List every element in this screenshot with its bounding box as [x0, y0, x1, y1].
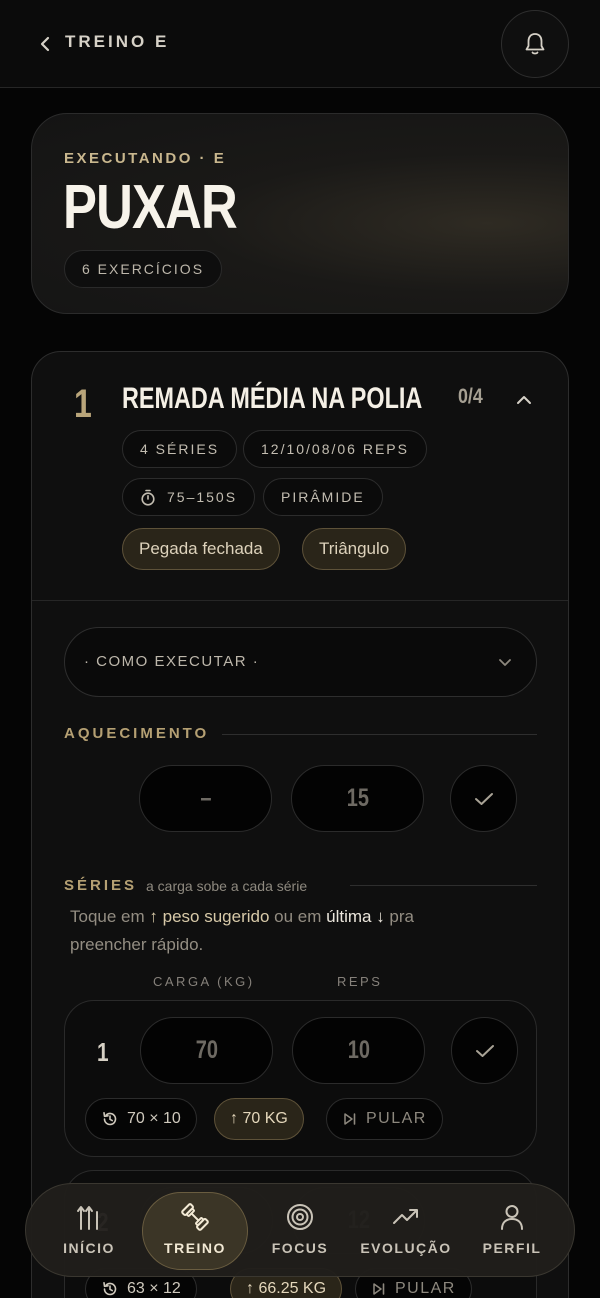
how-to-accordion[interactable]: · COMO EXECUTAR · — [64, 627, 537, 697]
warmup-load-input[interactable]: – — [139, 765, 272, 832]
nav-item-focus[interactable]: FOCUS — [254, 1184, 346, 1278]
last-set-label: 70 × 10 — [127, 1110, 181, 1127]
skip-label: PULAR — [366, 1110, 427, 1127]
history-icon — [103, 1112, 117, 1126]
dumbbell-icon — [181, 1203, 209, 1231]
check-icon — [474, 792, 493, 805]
chevron-down-icon — [499, 659, 511, 666]
nav-label: EVOLUÇÃO — [360, 1240, 452, 1256]
nav-label: PERFIL — [482, 1240, 542, 1256]
nav-item-evolucao[interactable]: EVOLUÇÃO — [356, 1184, 456, 1278]
trend-up-icon — [393, 1209, 418, 1224]
set-reps-value: 10 — [347, 1036, 370, 1064]
skip-set-button[interactable]: PULAR — [326, 1098, 443, 1140]
exercise-progress: 0/4 — [458, 385, 483, 408]
set-load-value: 70 — [195, 1036, 218, 1064]
warmup-load-value: – — [199, 784, 212, 812]
method-tag: PIRÂMIDE — [263, 478, 383, 516]
workout-title: PUXAR — [63, 173, 238, 242]
skip-icon — [373, 1283, 385, 1295]
warmup-divider — [222, 734, 537, 735]
suggested-weight-button[interactable]: ↑ 70 KG — [214, 1098, 304, 1140]
divider — [32, 600, 568, 601]
top-bar: TREINO E — [0, 0, 600, 88]
nav-item-perfil[interactable]: PERFIL — [470, 1184, 554, 1278]
check-icon — [475, 1044, 494, 1057]
strength-icon — [77, 1206, 98, 1230]
nav-label: INÍCIO — [63, 1240, 115, 1256]
rest-tag: 75–150S — [122, 478, 256, 516]
notifications-button[interactable] — [501, 10, 569, 78]
last-set-button[interactable]: 70 × 10 — [85, 1098, 197, 1140]
tip-text-2: ou em — [269, 907, 327, 926]
nav-label: TREINO — [164, 1240, 226, 1256]
reps-tag: 12/10/08/06 REPS — [243, 430, 427, 468]
set-number: 1 — [97, 1037, 109, 1067]
warmup-check-button[interactable] — [450, 765, 517, 832]
series-hint: a carga sobe a cada série — [146, 878, 308, 894]
grip-chip[interactable]: Pegada fechada — [122, 528, 280, 570]
exercise-count-badge: 6 EXERCÍCIOS — [64, 250, 223, 288]
series-label: SÉRIES — [64, 877, 138, 894]
how-to-label: · COMO EXECUTAR · — [84, 653, 260, 670]
chevron-up-icon[interactable] — [514, 392, 534, 408]
bottom-nav: INÍCIO TREINO FOCUS EVOLUÇÃO PERFIL — [25, 1183, 575, 1277]
set-reps-input[interactable]: 10 — [292, 1017, 425, 1084]
target-icon — [287, 1204, 313, 1230]
rest-tag-label: 75–150S — [167, 489, 238, 505]
warmup-reps-input[interactable]: 15 — [291, 765, 424, 832]
nav-label: FOCUS — [271, 1240, 329, 1256]
set-row: 1 70 10 70 × 10 ↑ 70 KG PULAR — [64, 1000, 537, 1157]
exercise-number: 1 — [74, 382, 92, 426]
bell-icon — [525, 33, 545, 55]
nav-item-inicio[interactable]: INÍCIO — [44, 1184, 134, 1278]
set-load-input[interactable]: 70 — [140, 1017, 273, 1084]
attachment-chip[interactable]: Triângulo — [302, 528, 407, 570]
warmup-reps-value: 15 — [346, 784, 369, 812]
skip-icon — [344, 1113, 356, 1125]
set-check-button[interactable] — [451, 1017, 518, 1084]
tip-text-1: Toque em — [70, 907, 150, 926]
page-title: TREINO E — [65, 32, 170, 51]
warmup-label: AQUECIMENTO — [64, 725, 210, 742]
series-divider — [350, 885, 537, 886]
reps-column-header: REPS — [337, 974, 383, 989]
tip-last: última ↓ — [326, 907, 385, 926]
user-icon — [501, 1205, 523, 1230]
tip-suggested-weight: ↑ peso sugerido — [149, 907, 270, 926]
nav-item-treino[interactable]: TREINO — [145, 1184, 245, 1278]
history-icon — [103, 1282, 117, 1296]
back-chevron-icon[interactable] — [36, 32, 56, 56]
quick-fill-tip: Toque em ↑ peso sugerido ou em última ↓ … — [70, 903, 490, 959]
sets-tag: 4 SÉRIES — [122, 430, 238, 468]
exercise-card: 1 REMADA MÉDIA NA POLIA 0/4 4 SÉRIES 12/… — [31, 351, 569, 1298]
hero-eyebrow: EXECUTANDO · E — [64, 150, 227, 167]
workout-hero-card: EXECUTANDO · E PUXAR 6 EXERCÍCIOS — [31, 113, 569, 314]
exercise-name: REMADA MÉDIA NA POLIA — [122, 382, 423, 415]
timer-icon — [141, 489, 155, 506]
load-column-header: CARGA (KG) — [153, 974, 255, 989]
